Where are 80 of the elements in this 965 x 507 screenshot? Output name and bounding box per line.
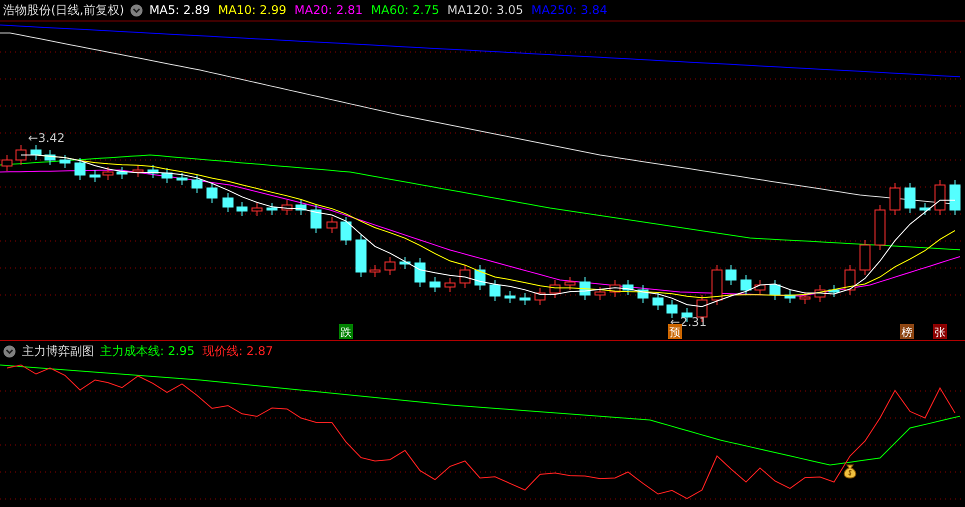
candlestick: [638, 284, 648, 304]
candlestick: [550, 280, 560, 298]
collapse-toggle-icon[interactable]: [130, 4, 144, 16]
candlestick: [192, 174, 202, 194]
candlestick: [116, 166, 128, 180]
candlestick: [726, 264, 736, 286]
candlestick: [90, 170, 100, 182]
candlestick: [874, 204, 886, 250]
candlestick: [740, 274, 752, 296]
candlestick: [148, 164, 158, 178]
candlestick: [610, 280, 620, 298]
candlestick: [370, 264, 380, 278]
candlestick: [222, 192, 234, 212]
candlestick: [176, 172, 188, 186]
candlestick: [236, 202, 248, 216]
indicator-value: 现价线: 2.87: [202, 342, 274, 360]
signal-label: 张: [934, 326, 946, 339]
indicator-value: 主力成本线: 2.95: [100, 342, 195, 360]
candlestick: [326, 216, 338, 234]
stock-title: 浩物股份(日线,前复权): [3, 2, 124, 18]
candlestick: [60, 154, 70, 168]
signal-label: 跌: [340, 326, 352, 339]
candlestick: [384, 256, 396, 276]
candlestick: [206, 182, 218, 204]
candlestick: [622, 280, 634, 296]
candlestick: [904, 182, 916, 214]
ma-indicator-value: MA250: 3.84: [531, 3, 608, 17]
candlestick: [16, 144, 26, 166]
candlestick: [594, 286, 606, 300]
candlestick: [890, 182, 900, 216]
candlestick: [490, 280, 500, 302]
candlestick: [30, 144, 42, 160]
candlestick: [162, 168, 172, 184]
candlestick: [950, 180, 960, 216]
candlestick: [296, 200, 306, 216]
candlestick: [934, 180, 946, 216]
candlestick: [534, 288, 546, 306]
candlestick: [784, 290, 796, 304]
candlestick: [340, 216, 352, 246]
ma-indicator-value: MA20: 2.81: [294, 3, 363, 17]
candlestick: [132, 164, 144, 178]
candlestick: [754, 280, 766, 296]
candlestick: [310, 204, 322, 234]
candlestick: [282, 200, 292, 216]
ma-indicator-value: MA5: 2.89: [149, 3, 210, 17]
candlestick: [666, 300, 678, 318]
price-label: ←3.42: [28, 131, 65, 145]
candlestick: [102, 166, 114, 180]
candlestick: [814, 284, 826, 302]
candlestick: [844, 264, 856, 296]
candlestick: [520, 292, 530, 306]
candlestick: [430, 276, 440, 292]
candlestick: [580, 276, 590, 300]
ma-indicator-value: MA120: 3.05: [447, 3, 524, 17]
candlestick: [474, 264, 486, 290]
candlestick: [460, 264, 470, 288]
candlestick: [860, 240, 870, 276]
candlestick: [828, 284, 840, 298]
signal-label: 榜: [902, 326, 912, 339]
candlestick: [414, 258, 426, 288]
money-bag-icon: [844, 464, 856, 478]
collapse-toggle-icon[interactable]: [3, 344, 16, 358]
ma-indicator-value: MA60: 2.75: [370, 3, 440, 17]
candlestick: [356, 234, 366, 278]
subchart-title: 主力博弈副图: [22, 342, 94, 360]
candlestick: [504, 290, 516, 304]
candlestick: [920, 202, 930, 216]
signal-label: 预: [670, 326, 680, 339]
candlestick: [44, 150, 56, 166]
candlestick: [770, 280, 780, 300]
candlestick: [266, 202, 278, 216]
candlestick: [444, 278, 456, 292]
candlestick: [400, 256, 410, 270]
candlestick: [252, 202, 262, 216]
candlestick: [74, 158, 86, 180]
candlestick: [712, 264, 722, 306]
candlestick: [800, 292, 810, 304]
candlestick: [652, 292, 664, 310]
ma-indicator-value: MA10: 2.99: [218, 3, 286, 17]
candlestick: [564, 276, 576, 290]
